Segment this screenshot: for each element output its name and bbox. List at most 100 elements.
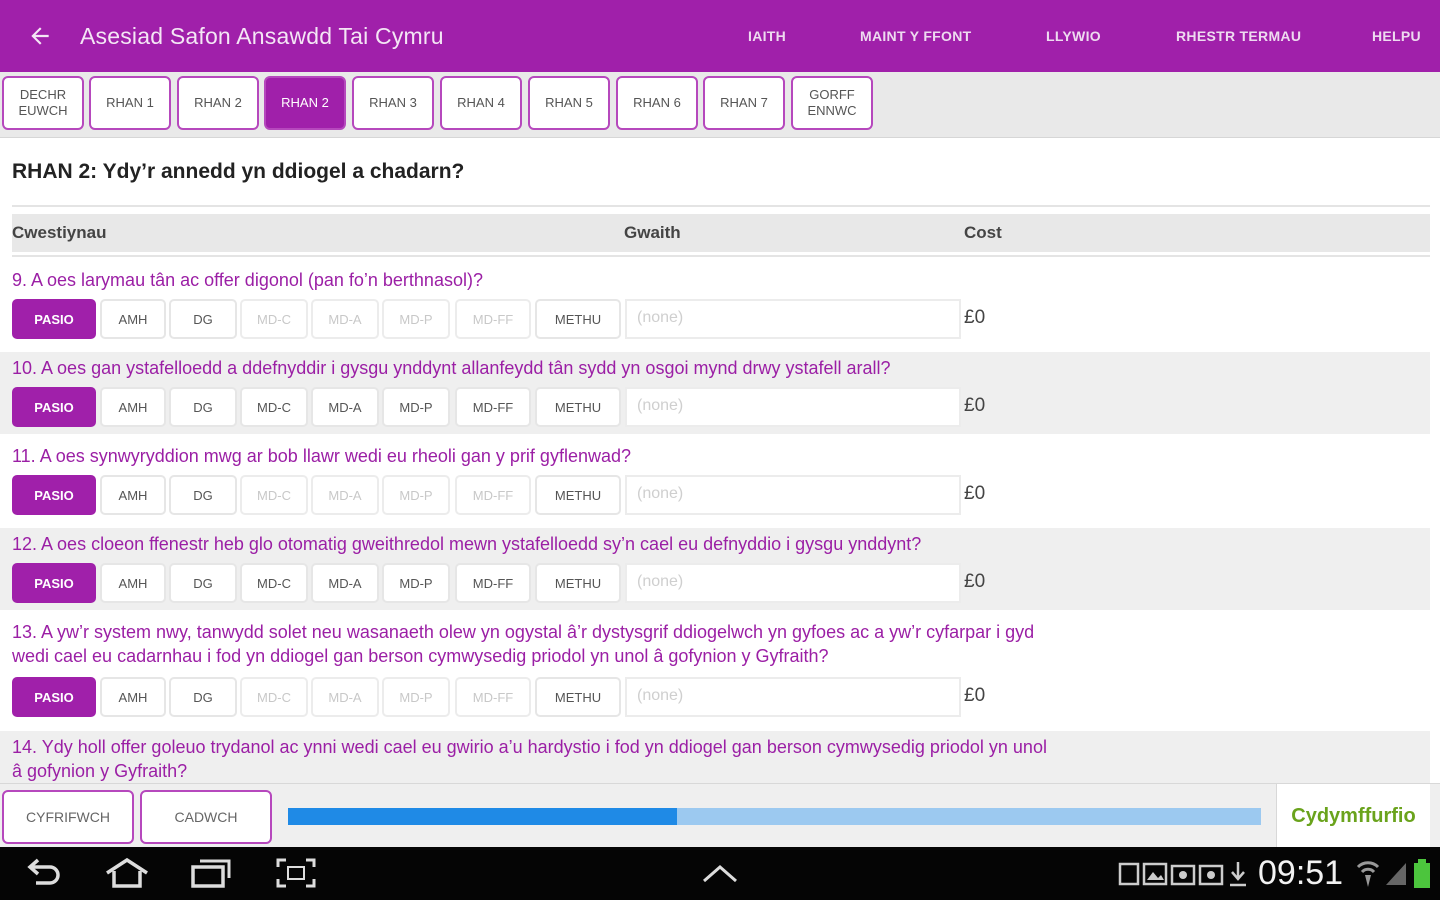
option-md-a-button[interactable]: MD-A — [311, 387, 379, 427]
option-methu-button[interactable]: METHU — [535, 387, 621, 427]
option-pasio-button[interactable]: PASIO — [12, 563, 96, 603]
option-md-p-button[interactable]: MD-P — [382, 387, 450, 427]
progress-bar — [288, 808, 1261, 825]
option-md-ff-button[interactable]: MD-FF — [455, 387, 531, 427]
option-md-c-button[interactable]: MD-C — [240, 563, 308, 603]
option-pasio-button[interactable]: PASIO — [12, 475, 96, 515]
bottom-bar: CYFRIFWCH CADWCH Cydymffurfio — [0, 783, 1440, 848]
cost-value: £0 — [964, 395, 986, 416]
divider — [12, 205, 1430, 207]
option-md-c-button[interactable]: MD-C — [240, 677, 308, 717]
compliance-status[interactable]: Cydymffurfio — [1276, 784, 1430, 848]
menu-glossary[interactable]: RHESTR TERMAU — [1176, 0, 1301, 72]
work-field[interactable]: (none) — [625, 299, 961, 339]
tab-part-3[interactable]: RHAN 3 — [352, 76, 434, 130]
option-md-p-button[interactable]: MD-P — [382, 475, 450, 515]
menu-language[interactable]: IAITH — [748, 0, 786, 72]
section-tabs: DECHR EUWCH RHAN 1 RHAN 2 RHAN 2 RHAN 3 … — [0, 72, 1440, 138]
tab-start[interactable]: DECHR EUWCH — [2, 76, 84, 130]
option-amh-button[interactable]: AMH — [100, 677, 166, 717]
option-amh-button[interactable]: AMH — [100, 563, 166, 603]
option-md-p-button[interactable]: MD-P — [382, 299, 450, 339]
question-text: 10. A oes gan ystafelloedd a ddefnyddir … — [12, 358, 891, 378]
signal-icon — [1386, 863, 1406, 885]
option-amh-button[interactable]: AMH — [100, 387, 166, 427]
option-md-p-button[interactable]: MD-P — [382, 563, 450, 603]
question-text: 14. Ydy holl offer goleuo trydanol ac yn… — [12, 737, 1047, 781]
screenshot-icon[interactable] — [275, 857, 317, 889]
app-title: Asesiad Safon Ansawdd Tai Cymru — [80, 22, 444, 49]
calculate-button[interactable]: CYFRIFWCH — [2, 790, 134, 844]
save-button[interactable]: CADWCH — [140, 790, 272, 844]
back-icon[interactable] — [24, 857, 64, 889]
table-header: Cwestiynau Gwaith Cost — [12, 214, 1430, 252]
option-dg-button[interactable]: DG — [169, 299, 237, 339]
tab-part-4[interactable]: RHAN 4 — [440, 76, 522, 130]
wifi-icon — [1356, 861, 1380, 887]
option-dg-button[interactable]: DG — [169, 387, 237, 427]
question-text: 13. A yw’r system nwy, tanwydd solet neu… — [12, 622, 1035, 666]
menu-navigate[interactable]: LLYWIO — [1046, 0, 1101, 72]
option-md-ff-button[interactable]: MD-FF — [455, 299, 531, 339]
option-md-a-button[interactable]: MD-A — [311, 563, 379, 603]
cost-value: £0 — [964, 685, 986, 706]
option-dg-button[interactable]: DG — [169, 677, 237, 717]
back-button[interactable] — [0, 0, 80, 72]
tab-part-2[interactable]: RHAN 2 — [177, 76, 259, 130]
tab-part-7[interactable]: RHAN 7 — [703, 76, 785, 130]
option-md-a-button[interactable]: MD-A — [311, 299, 379, 339]
question-text: 12. A oes cloeon ffenestr heb glo otomat… — [12, 534, 922, 554]
option-methu-button[interactable]: METHU — [535, 299, 621, 339]
work-field[interactable]: (none) — [625, 387, 961, 427]
option-md-c-button[interactable]: MD-C — [240, 387, 308, 427]
option-pasio-button[interactable]: PASIO — [12, 677, 96, 717]
tab-part-6[interactable]: RHAN 6 — [616, 76, 698, 130]
option-methu-button[interactable]: METHU — [535, 475, 621, 515]
app-root: Asesiad Safon Ansawdd Tai Cymru IAITH MA… — [0, 0, 1440, 900]
chevron-up-icon[interactable] — [700, 861, 740, 885]
option-amh-button[interactable]: AMH — [100, 475, 166, 515]
option-pasio-button[interactable]: PASIO — [12, 387, 96, 427]
cost-value: £0 — [964, 307, 986, 328]
tab-part-5[interactable]: RHAN 5 — [528, 76, 610, 130]
menu-font-size[interactable]: MAINT Y FFONT — [860, 0, 972, 72]
option-md-c-button[interactable]: MD-C — [240, 475, 308, 515]
header-questions: Cwestiynau — [12, 223, 107, 242]
option-md-ff-button[interactable]: MD-FF — [455, 475, 531, 515]
app-bar: Asesiad Safon Ansawdd Tai Cymru IAITH MA… — [0, 0, 1440, 72]
battery-icon — [1414, 859, 1430, 888]
option-amh-button[interactable]: AMH — [100, 299, 166, 339]
option-md-c-button[interactable]: MD-C — [240, 299, 308, 339]
recent-apps-icon[interactable] — [190, 857, 232, 889]
progress-fill — [288, 808, 678, 825]
option-md-p-button[interactable]: MD-P — [382, 677, 450, 717]
option-dg-button[interactable]: DG — [169, 475, 237, 515]
status-clock: 09:51 — [1258, 854, 1344, 892]
tab-part-2-active[interactable]: RHAN 2 — [264, 76, 346, 130]
divider — [12, 255, 1430, 257]
work-field[interactable]: (none) — [625, 677, 961, 717]
work-field[interactable]: (none) — [625, 475, 961, 515]
section-heading: RHAN 2: Ydy’r annedd yn ddiogel a chadar… — [12, 160, 465, 183]
option-dg-button[interactable]: DG — [169, 563, 237, 603]
option-pasio-button[interactable]: PASIO — [12, 299, 96, 339]
option-md-a-button[interactable]: MD-A — [311, 475, 379, 515]
question-text: 9. A oes larymau tân ac offer digonol (p… — [12, 270, 483, 290]
back-arrow-icon — [31, 27, 49, 45]
cost-value: £0 — [964, 571, 986, 592]
option-methu-button[interactable]: METHU — [535, 677, 621, 717]
tab-part-1[interactable]: RHAN 1 — [89, 76, 171, 130]
question-text: 11. A oes synwyryddion mwg ar bob llawr … — [12, 446, 631, 466]
notification-icons — [1118, 862, 1246, 887]
option-md-ff-button[interactable]: MD-FF — [455, 677, 531, 717]
cost-value: £0 — [964, 483, 986, 504]
home-icon[interactable] — [104, 857, 150, 889]
option-methu-button[interactable]: METHU — [535, 563, 621, 603]
option-md-ff-button[interactable]: MD-FF — [455, 563, 531, 603]
header-cost: Cost — [964, 223, 1002, 242]
option-md-a-button[interactable]: MD-A — [311, 677, 379, 717]
header-work: Gwaith — [624, 223, 681, 242]
menu-help[interactable]: HELPU — [1372, 0, 1421, 72]
work-field[interactable]: (none) — [625, 563, 961, 603]
tab-finish[interactable]: GORFF ENNWC — [791, 76, 873, 130]
